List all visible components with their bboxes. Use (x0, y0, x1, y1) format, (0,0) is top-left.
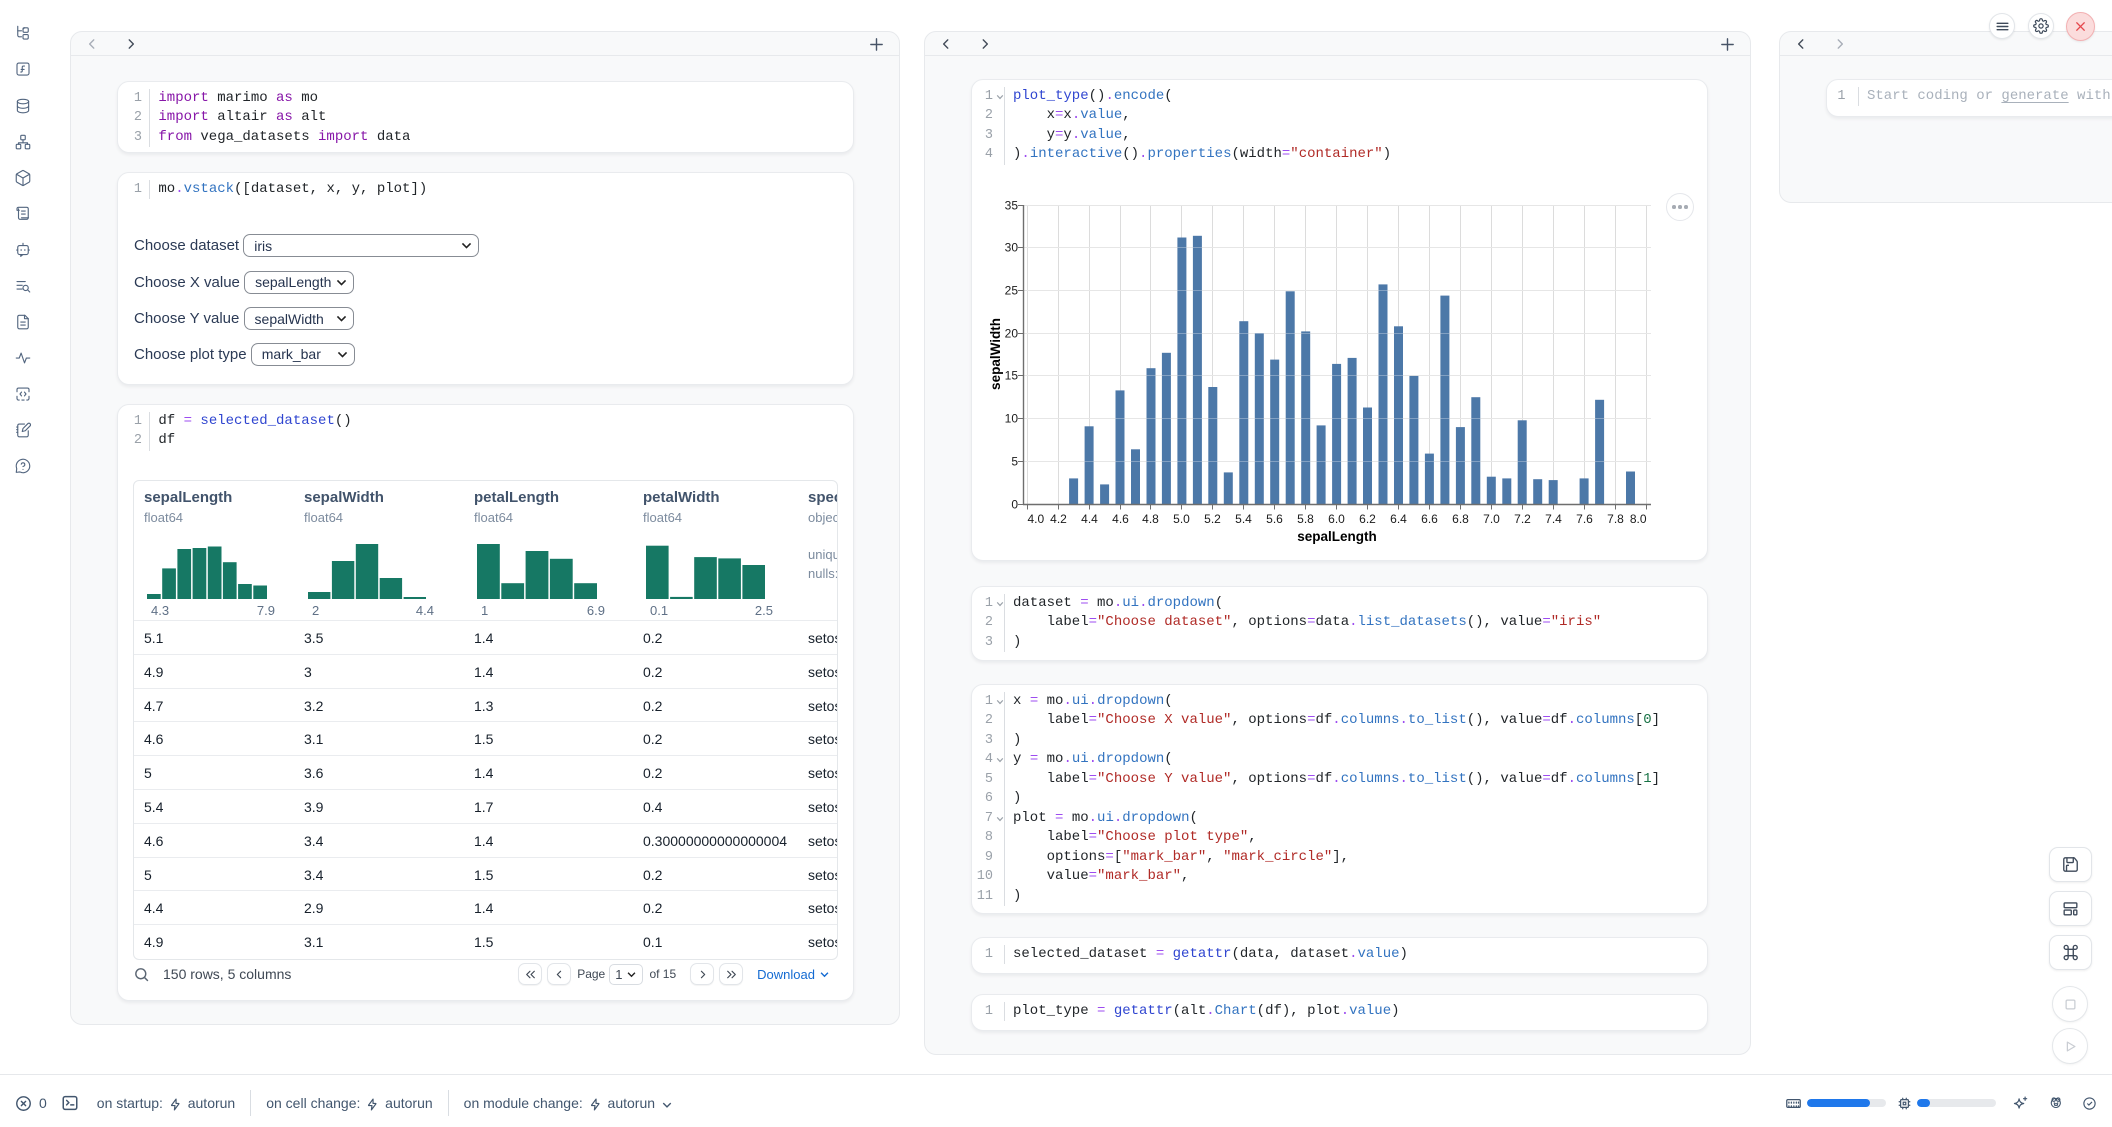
svg-text:5: 5 (1011, 455, 1018, 469)
svg-text:7.4: 7.4 (1545, 512, 1562, 526)
svg-text:7.6: 7.6 (1576, 512, 1593, 526)
svg-text:7.8: 7.8 (1607, 512, 1624, 526)
svg-text:5.2: 5.2 (1204, 512, 1221, 526)
svg-text:5.4: 5.4 (1235, 512, 1252, 526)
svg-text:15: 15 (1005, 369, 1019, 383)
svg-text:6.4: 6.4 (1390, 512, 1407, 526)
svg-text:4.0: 4.0 (1028, 512, 1045, 526)
svg-text:6.2: 6.2 (1359, 512, 1376, 526)
svg-text:sepalWidth: sepalWidth (988, 318, 1003, 390)
svg-text:25: 25 (1005, 284, 1019, 298)
svg-text:5.6: 5.6 (1266, 512, 1283, 526)
svg-text:8.0: 8.0 (1630, 512, 1647, 526)
svg-text:7.0: 7.0 (1483, 512, 1500, 526)
svg-text:0: 0 (1011, 498, 1018, 512)
svg-text:6.6: 6.6 (1421, 512, 1438, 526)
svg-text:4.4: 4.4 (1081, 512, 1098, 526)
svg-text:4.2: 4.2 (1050, 512, 1067, 526)
svg-text:4.6: 4.6 (1112, 512, 1129, 526)
svg-text:sepalLength: sepalLength (1297, 529, 1377, 544)
svg-text:5.8: 5.8 (1297, 512, 1314, 526)
svg-text:20: 20 (1005, 327, 1019, 341)
svg-text:4.8: 4.8 (1142, 512, 1159, 526)
svg-text:10: 10 (1005, 412, 1019, 426)
svg-text:6.8: 6.8 (1452, 512, 1469, 526)
svg-text:30: 30 (1005, 241, 1019, 255)
svg-text:7.2: 7.2 (1514, 512, 1531, 526)
svg-text:6.0: 6.0 (1328, 512, 1345, 526)
svg-text:5.0: 5.0 (1173, 512, 1190, 526)
svg-text:35: 35 (1005, 199, 1019, 213)
